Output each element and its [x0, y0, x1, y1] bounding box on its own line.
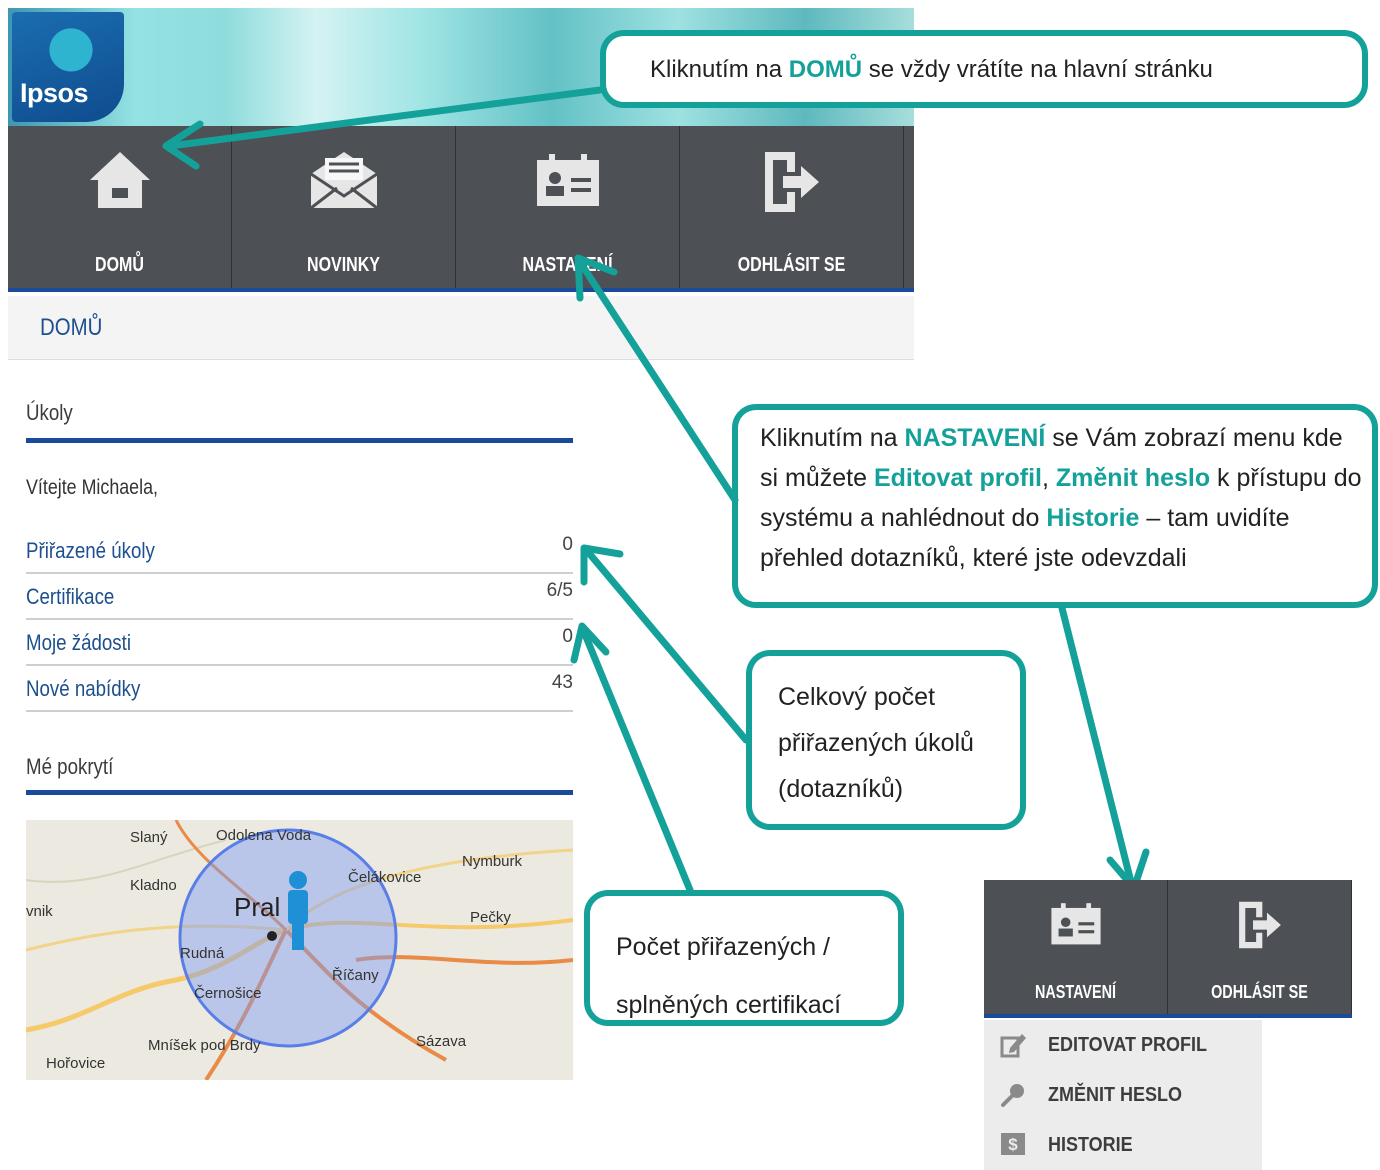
menu-nav-settings-label: NASTAVENÍ — [1034, 982, 1117, 1002]
envelope-icon — [309, 150, 379, 215]
home-icon — [88, 150, 152, 215]
arrow-to-cert-count — [580, 628, 694, 894]
callout-settings-t1: Kliknutím na — [760, 424, 905, 452]
logo-face-icon — [38, 22, 98, 84]
map-label-rudna: Rudná — [180, 945, 225, 962]
callout-home: Kliknutím na DOMŮ se vždy vrátíte na hla… — [600, 30, 1368, 108]
task-row-certifications[interactable]: Certifikace 6/5 — [26, 574, 573, 620]
map-label-horovice: Hořovice — [46, 1055, 105, 1072]
task-row-requests[interactable]: Moje žádosti 0 — [26, 620, 573, 666]
settings-dropdown: EDITOVAT PROFIL ZMĚNIT HESLO $ HISTORIE — [984, 1020, 1262, 1170]
callout-home-text1: Kliknutím na — [650, 56, 789, 83]
tasks-panel: Úkoly Vítejte Michaela, Přiřazené úkoly … — [8, 378, 588, 1090]
nav-item-settings[interactable]: NASTAVENÍ — [456, 126, 680, 288]
nav-label-settings: NASTAVENÍ — [522, 254, 613, 276]
callout-home-text2: se vždy vrátíte na hlavní stránku — [862, 56, 1213, 83]
menu-nav-logout-label: ODHLÁSIT SE — [1211, 982, 1308, 1002]
menu-item-edit-profile[interactable]: EDITOVAT PROFIL — [984, 1020, 1262, 1070]
map-label-odolena-voda: Odolena Voda — [216, 827, 312, 844]
tasks-divider — [26, 438, 573, 443]
map-label-pecky: Pečky — [470, 909, 511, 926]
task-link-offers[interactable]: Nové nabídky — [26, 676, 140, 702]
menu-item-edit-profile-label: EDITOVAT PROFIL — [1048, 1034, 1208, 1056]
logout-icon — [761, 150, 823, 219]
task-row-offers[interactable]: Nové nabídky 43 — [26, 666, 573, 712]
ipsos-logo[interactable]: Ipsos — [12, 12, 124, 122]
logout-icon — [1236, 900, 1284, 955]
menu-item-history-label: HISTORIE — [1048, 1134, 1133, 1156]
task-count-certifications: 6/5 — [546, 580, 573, 601]
map-label-celakovice: Čelákovice — [348, 869, 421, 886]
page-title: DOMŮ — [40, 314, 103, 341]
arrow-to-menu — [1058, 604, 1136, 890]
arrow-to-task-count — [584, 548, 750, 744]
task-count-requests: 0 — [562, 626, 573, 647]
map-label-slany: Slaný — [130, 829, 168, 846]
callout-settings-t3: , — [1042, 464, 1056, 492]
id-card-icon — [535, 150, 601, 213]
coverage-divider — [26, 790, 573, 795]
settings-menu-preview: NASTAVENÍ ODHLÁSIT SE EDITOVAT PROFIL ZM… — [984, 880, 1352, 1170]
settings-menu-nav: NASTAVENÍ ODHLÁSIT SE — [984, 880, 1352, 1018]
menu-nav-logout[interactable]: ODHLÁSIT SE — [1168, 880, 1352, 1014]
nav-item-home[interactable]: DOMŮ — [8, 126, 232, 288]
nav-item-logout[interactable]: ODHLÁSIT SE — [680, 126, 904, 288]
coverage-heading: Mé pokrytí — [26, 754, 114, 779]
key-icon — [1000, 1082, 1026, 1113]
id-card-icon — [1049, 900, 1103, 951]
map-svg: Slaný Odolena Voda Nymburk Kladno Čeláko… — [26, 820, 573, 1080]
main-nav: DOMŮ NOVINKY NASTAVENÍ ODHLÁSIT SE — [8, 126, 914, 292]
callout-settings-h2: Editovat profil — [873, 464, 1042, 492]
nav-label-home: DOMŮ — [95, 254, 144, 276]
tasks-heading: Úkoly — [26, 400, 73, 425]
task-count-offers: 43 — [551, 672, 573, 693]
task-link-requests[interactable]: Moje žádosti — [26, 630, 131, 656]
task-link-assigned[interactable]: Přiřazené úkoly — [26, 538, 155, 564]
map-label-ricany: Říčany — [332, 967, 379, 984]
callout-settings-h4: Historie — [1046, 504, 1140, 532]
nav-label-logout: ODHLÁSIT SE — [737, 254, 846, 276]
map-label-cernosice: Černošice — [194, 985, 262, 1002]
task-link-certifications[interactable]: Certifikace — [26, 584, 114, 610]
callout-settings-h3: Změnit heslo — [1055, 464, 1211, 492]
welcome-text: Vítejte Michaela, — [26, 476, 158, 499]
map-label-sazava: Sázava — [416, 1033, 467, 1050]
logo-text: Ipsos — [20, 78, 89, 108]
nav-label-news: NOVINKY — [307, 254, 380, 276]
map-label-kladno: Kladno — [130, 877, 177, 894]
map-label-vnik: vnik — [26, 903, 53, 920]
coverage-map[interactable]: Slaný Odolena Voda Nymburk Kladno Čeláko… — [26, 820, 573, 1080]
callout-task-count-text: Celkový počet přiřazených úkolů (dotazní… — [778, 683, 974, 803]
svg-text:$: $ — [1008, 1135, 1018, 1154]
callout-settings: Kliknutím na NASTAVENÍ se Vám zobrazí me… — [732, 404, 1378, 608]
task-count-assigned: 0 — [562, 534, 573, 555]
menu-item-change-password-label: ZMĚNIT HESLO — [1048, 1084, 1183, 1106]
menu-item-history[interactable]: $ HISTORIE — [984, 1120, 1262, 1170]
callout-cert-count: Počet přiřazených / splněných certifikac… — [584, 890, 904, 1026]
callout-settings-h1: NASTAVENÍ — [904, 424, 1046, 452]
callout-task-count: Celkový počet přiřazených úkolů (dotazní… — [746, 650, 1026, 830]
map-label-nymburk: Nymburk — [462, 853, 523, 870]
task-row-assigned[interactable]: Přiřazené úkoly 0 — [26, 528, 573, 574]
callout-home-highlight: DOMŮ — [788, 56, 863, 83]
pencil-icon — [1000, 1032, 1026, 1063]
menu-item-change-password[interactable]: ZMĚNIT HESLO — [984, 1070, 1262, 1120]
map-label-praha: Pral — [234, 892, 280, 922]
breadcrumb: DOMŮ — [8, 296, 914, 360]
callout-cert-count-text: Počet přiřazených / splněných certifikac… — [616, 933, 842, 1019]
map-label-mnisek: Mníšek pod Brdy — [148, 1037, 261, 1054]
dollar-icon: $ — [1000, 1132, 1026, 1161]
arrowhead-task-count — [580, 544, 624, 586]
nav-item-news[interactable]: NOVINKY — [232, 126, 456, 288]
menu-nav-settings[interactable]: NASTAVENÍ — [984, 880, 1168, 1014]
